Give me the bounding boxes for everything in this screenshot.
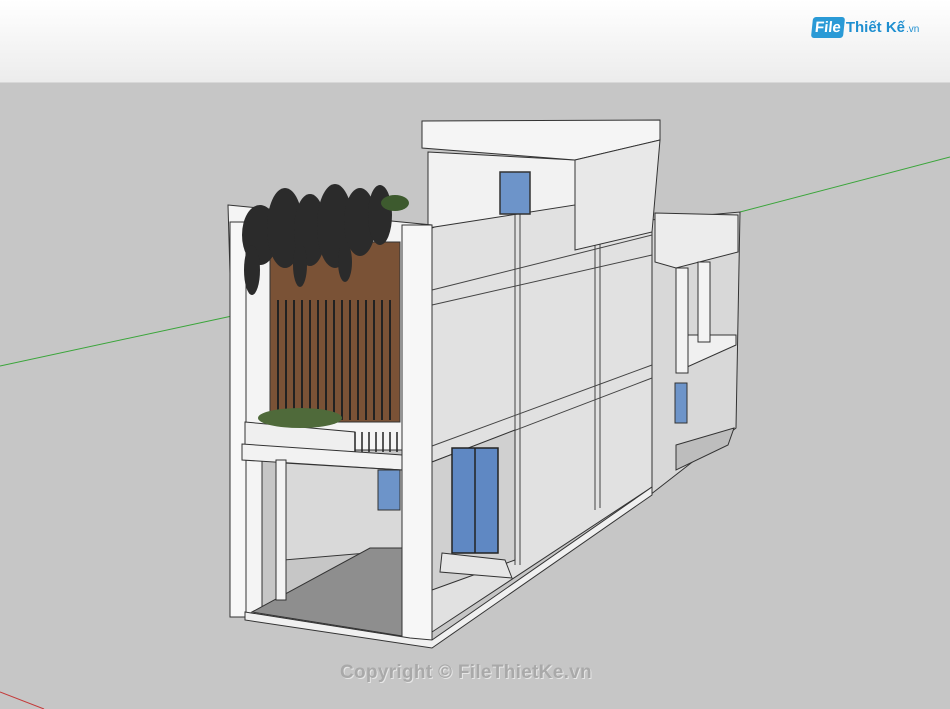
garage-window (377, 469, 401, 511)
balcony-railing (354, 432, 398, 452)
logo-name-label: Thiết Kế (845, 18, 906, 36)
logo-file-label: File (810, 16, 845, 38)
tower-window (499, 171, 531, 215)
green-axis-right (739, 156, 950, 213)
louvers (277, 300, 391, 420)
stair-tower-side (574, 139, 661, 251)
copyright-watermark: Copyright © FileThietKe.vn (340, 662, 592, 683)
sketchup-window: File Thiết Kế .vn Copyright © FileThietK… (0, 0, 950, 709)
house-model[interactable] (0, 0, 950, 709)
green-axis-left (0, 315, 233, 367)
rear-column-2 (697, 261, 711, 343)
front-left-column (229, 221, 247, 618)
logo-tld-label: .vn (906, 23, 920, 35)
planter-plants (258, 408, 342, 428)
rear-column-1 (675, 267, 689, 374)
garage-column (275, 459, 287, 601)
front-right-column (401, 224, 433, 641)
rear-window (674, 382, 688, 424)
site-logo[interactable]: File Thiết Kế .vn (810, 12, 920, 42)
roof-plant (381, 195, 409, 211)
red-axis (0, 691, 45, 709)
